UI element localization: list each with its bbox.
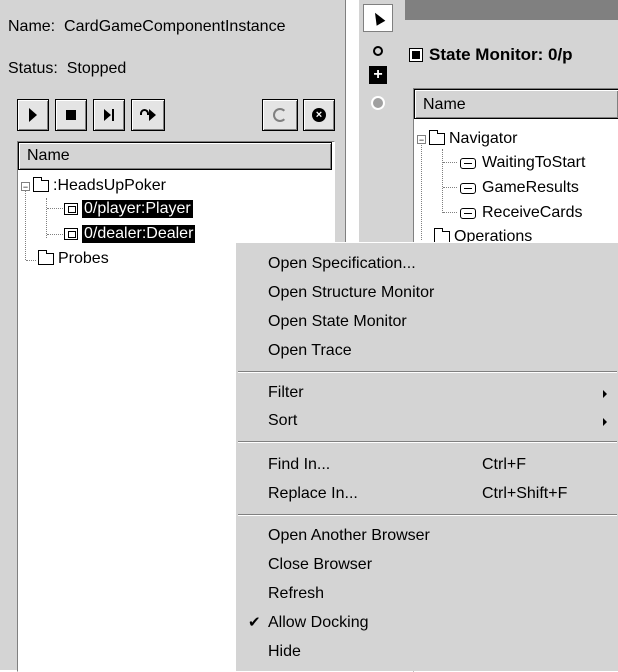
state-item-waitingtostart[interactable]: WaitingToStart [460, 153, 585, 173]
close-button[interactable]: × [303, 99, 335, 131]
folder-icon [429, 130, 445, 145]
menu-separator [238, 371, 617, 373]
capsule-part-icon [64, 228, 78, 240]
state-icon [460, 182, 476, 194]
step-button[interactable] [93, 99, 125, 131]
submenu-arrow-icon [603, 390, 607, 398]
play-icon [29, 108, 37, 122]
select-tool[interactable] [363, 4, 393, 32]
component-name-value: CardGameComponentInstance [64, 18, 286, 35]
menu-item-close-browser[interactable]: Close Browser [268, 556, 372, 574]
menu-item-open-state-monitor[interactable]: Open State Monitor [268, 313, 407, 331]
capsule-part-icon [64, 203, 78, 215]
tree-item-probes[interactable]: Probes [38, 249, 109, 269]
collapse-icon[interactable]: − [21, 181, 30, 191]
tree-item-dealer[interactable]: 0/dealer:Dealer [64, 224, 196, 244]
stop-icon [66, 110, 76, 120]
menu-item-open-specification[interactable]: Open Specification... [268, 255, 416, 273]
menu-item-hide[interactable]: Hide [268, 643, 301, 661]
add-tool[interactable]: + [369, 66, 387, 84]
menu-item-replace-in[interactable]: Replace In... [268, 485, 358, 503]
folder-icon [38, 250, 54, 265]
tree-item-headsuppoker[interactable]: − :HeadsUpPoker [21, 176, 166, 196]
zoom-tool[interactable] [367, 40, 389, 62]
menu-item-sort[interactable]: Sort [268, 412, 297, 430]
menu-item-filter[interactable]: Filter [268, 384, 304, 402]
step-icon [104, 109, 114, 121]
state-monitor-title: State Monitor: 0/p [429, 45, 573, 64]
status-label: Status: Stopped [8, 60, 127, 77]
state-item-receivecards[interactable]: ReceiveCards [460, 203, 582, 223]
collapse-icon[interactable]: − [417, 134, 426, 144]
step-over-button[interactable] [131, 99, 165, 131]
replace-in-shortcut: Ctrl+Shift+F [482, 485, 568, 502]
submenu-arrow-icon [603, 418, 607, 426]
close-icon: × [312, 108, 326, 122]
status-value: Stopped [66, 60, 127, 77]
state-item-navigator[interactable]: − Navigator [417, 129, 517, 149]
context-menu: Open Specification... Open Structure Mon… [235, 242, 618, 671]
menu-separator [238, 514, 617, 516]
state-icon [460, 157, 476, 169]
menu-item-open-another-browser[interactable]: Open Another Browser [268, 527, 430, 545]
run-button[interactable] [17, 99, 49, 131]
refresh-icon [273, 108, 287, 122]
menu-item-open-structure-monitor[interactable]: Open Structure Monitor [268, 284, 434, 302]
menu-item-find-in[interactable]: Find In... [268, 456, 330, 474]
refresh-button[interactable] [262, 99, 298, 131]
stop-button[interactable] [55, 99, 87, 131]
name-label: Name: CardGameComponentInstance [8, 18, 286, 35]
magnifier-icon [373, 46, 383, 56]
pointer-icon [370, 10, 386, 26]
state-monitor-titlebar: State Monitor: 0/p [409, 40, 618, 70]
plus-icon: + [373, 66, 383, 83]
state-monitor-icon [409, 48, 423, 62]
name-column-header[interactable]: Name [18, 142, 332, 170]
step-over-icon [140, 109, 156, 121]
menu-item-open-trace[interactable]: Open Trace [268, 342, 352, 360]
tree-item-player[interactable]: 0/player:Player [64, 199, 193, 219]
state-item-gameresults[interactable]: GameResults [460, 178, 579, 198]
menu-item-allow-docking[interactable]: Allow Docking [268, 614, 368, 632]
probe-icon[interactable] [371, 96, 385, 110]
window-title-strip [405, 0, 618, 20]
folder-icon [33, 177, 49, 192]
menu-item-refresh[interactable]: Refresh [268, 585, 324, 603]
checkmark-icon: ✔ [248, 614, 261, 631]
state-name-column-header[interactable]: Name [414, 89, 618, 119]
find-in-shortcut: Ctrl+F [482, 456, 526, 473]
menu-separator [238, 441, 617, 443]
state-icon [460, 207, 476, 219]
